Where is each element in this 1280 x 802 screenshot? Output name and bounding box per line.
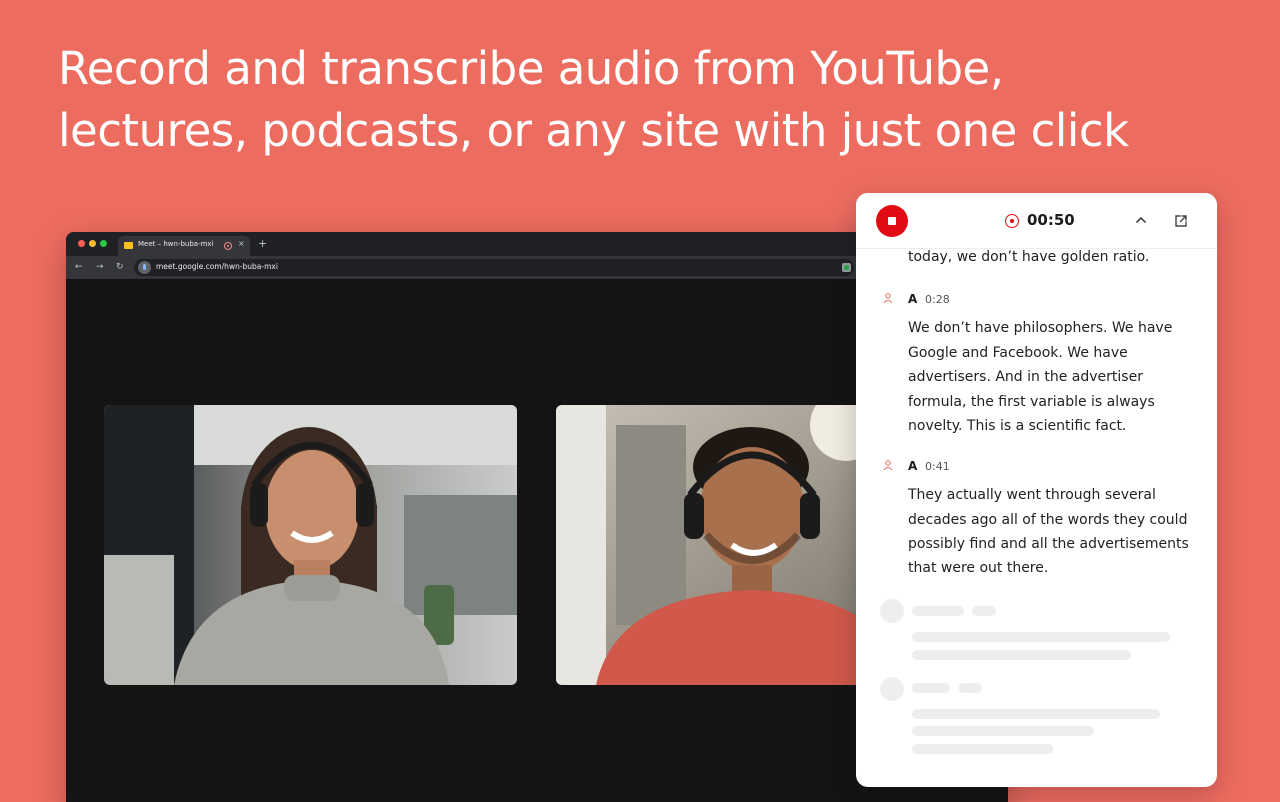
timestamp[interactable]: 0:28	[925, 293, 950, 306]
transcript-line: possibly find and all the advertisements	[908, 536, 1189, 552]
tab-recording-icon	[224, 242, 232, 250]
transcript-intro-line: today, we don’t have golden ratio.	[908, 249, 1150, 265]
user-icon	[883, 460, 893, 471]
skeleton-bar	[912, 650, 1131, 660]
back-button[interactable]: ←	[75, 262, 83, 272]
recording-timer: 00:50	[1027, 211, 1075, 229]
transcript-line: novelty. This is a scientific fact.	[908, 418, 1127, 434]
chevron-up-icon[interactable]	[1132, 211, 1150, 229]
skeleton-bar	[912, 606, 964, 616]
participant-video-1	[104, 405, 517, 685]
maximize-window-dot[interactable]	[100, 240, 107, 247]
skeleton-avatar	[880, 677, 904, 701]
headline-line-1: Record and transcribe audio from YouTube…	[58, 42, 1004, 95]
transcript-line: formula, the first variable is always	[908, 394, 1155, 410]
skeleton-bar	[912, 744, 1053, 754]
tab-meet[interactable]: Meet – hwn-buba-mxi ×	[118, 236, 250, 256]
mic-site-icon	[138, 261, 151, 274]
skeleton-bar	[912, 632, 1170, 642]
skeleton-bar	[912, 683, 950, 693]
meet-favicon-icon	[124, 242, 133, 249]
headline-line-2: lectures, podcasts, or any site with jus…	[58, 104, 1129, 157]
headline: Record and transcribe audio from YouTube…	[58, 38, 1218, 162]
skeleton-bar	[958, 683, 982, 693]
forward-button[interactable]: →	[96, 262, 104, 272]
transcript-line: Google and Facebook. We have	[908, 345, 1128, 361]
record-indicator-icon	[1005, 214, 1019, 228]
speaker-label: A	[908, 292, 918, 306]
transcript-panel: 00:50 today, we don’t have golden ratio.…	[856, 193, 1217, 787]
skeleton-bar	[912, 709, 1160, 719]
transcript-line: They actually went through several	[908, 487, 1156, 503]
transcript-line: that were out there.	[908, 560, 1049, 576]
tab-title: Meet – hwn-buba-mxi	[138, 240, 214, 248]
speaker-label: A	[908, 459, 918, 473]
transcript-line: We don’t have philosophers. We have	[908, 320, 1173, 336]
timestamp[interactable]: 0:41	[925, 460, 950, 473]
tab-close-button[interactable]: ×	[238, 239, 245, 248]
extension-icon[interactable]	[842, 263, 851, 272]
stop-recording-button[interactable]	[876, 205, 908, 237]
transcript-line: decades ago all of the words they could	[908, 512, 1188, 528]
url-text: meet.google.com/hwn-buba-mxi	[156, 262, 278, 271]
new-tab-button[interactable]: +	[258, 237, 267, 250]
minimize-window-dot[interactable]	[89, 240, 96, 247]
skeleton-bar	[912, 726, 1094, 736]
user-icon	[883, 293, 893, 304]
skeleton-avatar	[880, 599, 904, 623]
skeleton-bar	[972, 606, 996, 616]
close-window-dot[interactable]	[78, 240, 85, 247]
url-input[interactable]: meet.google.com/hwn-buba-mxi	[134, 259, 854, 276]
external-link-icon[interactable]	[1172, 212, 1190, 230]
transcript-line: advertisers. And in the advertiser	[908, 369, 1143, 385]
reload-button[interactable]: ↻	[116, 262, 124, 272]
recorder-header: 00:50	[856, 193, 1217, 249]
